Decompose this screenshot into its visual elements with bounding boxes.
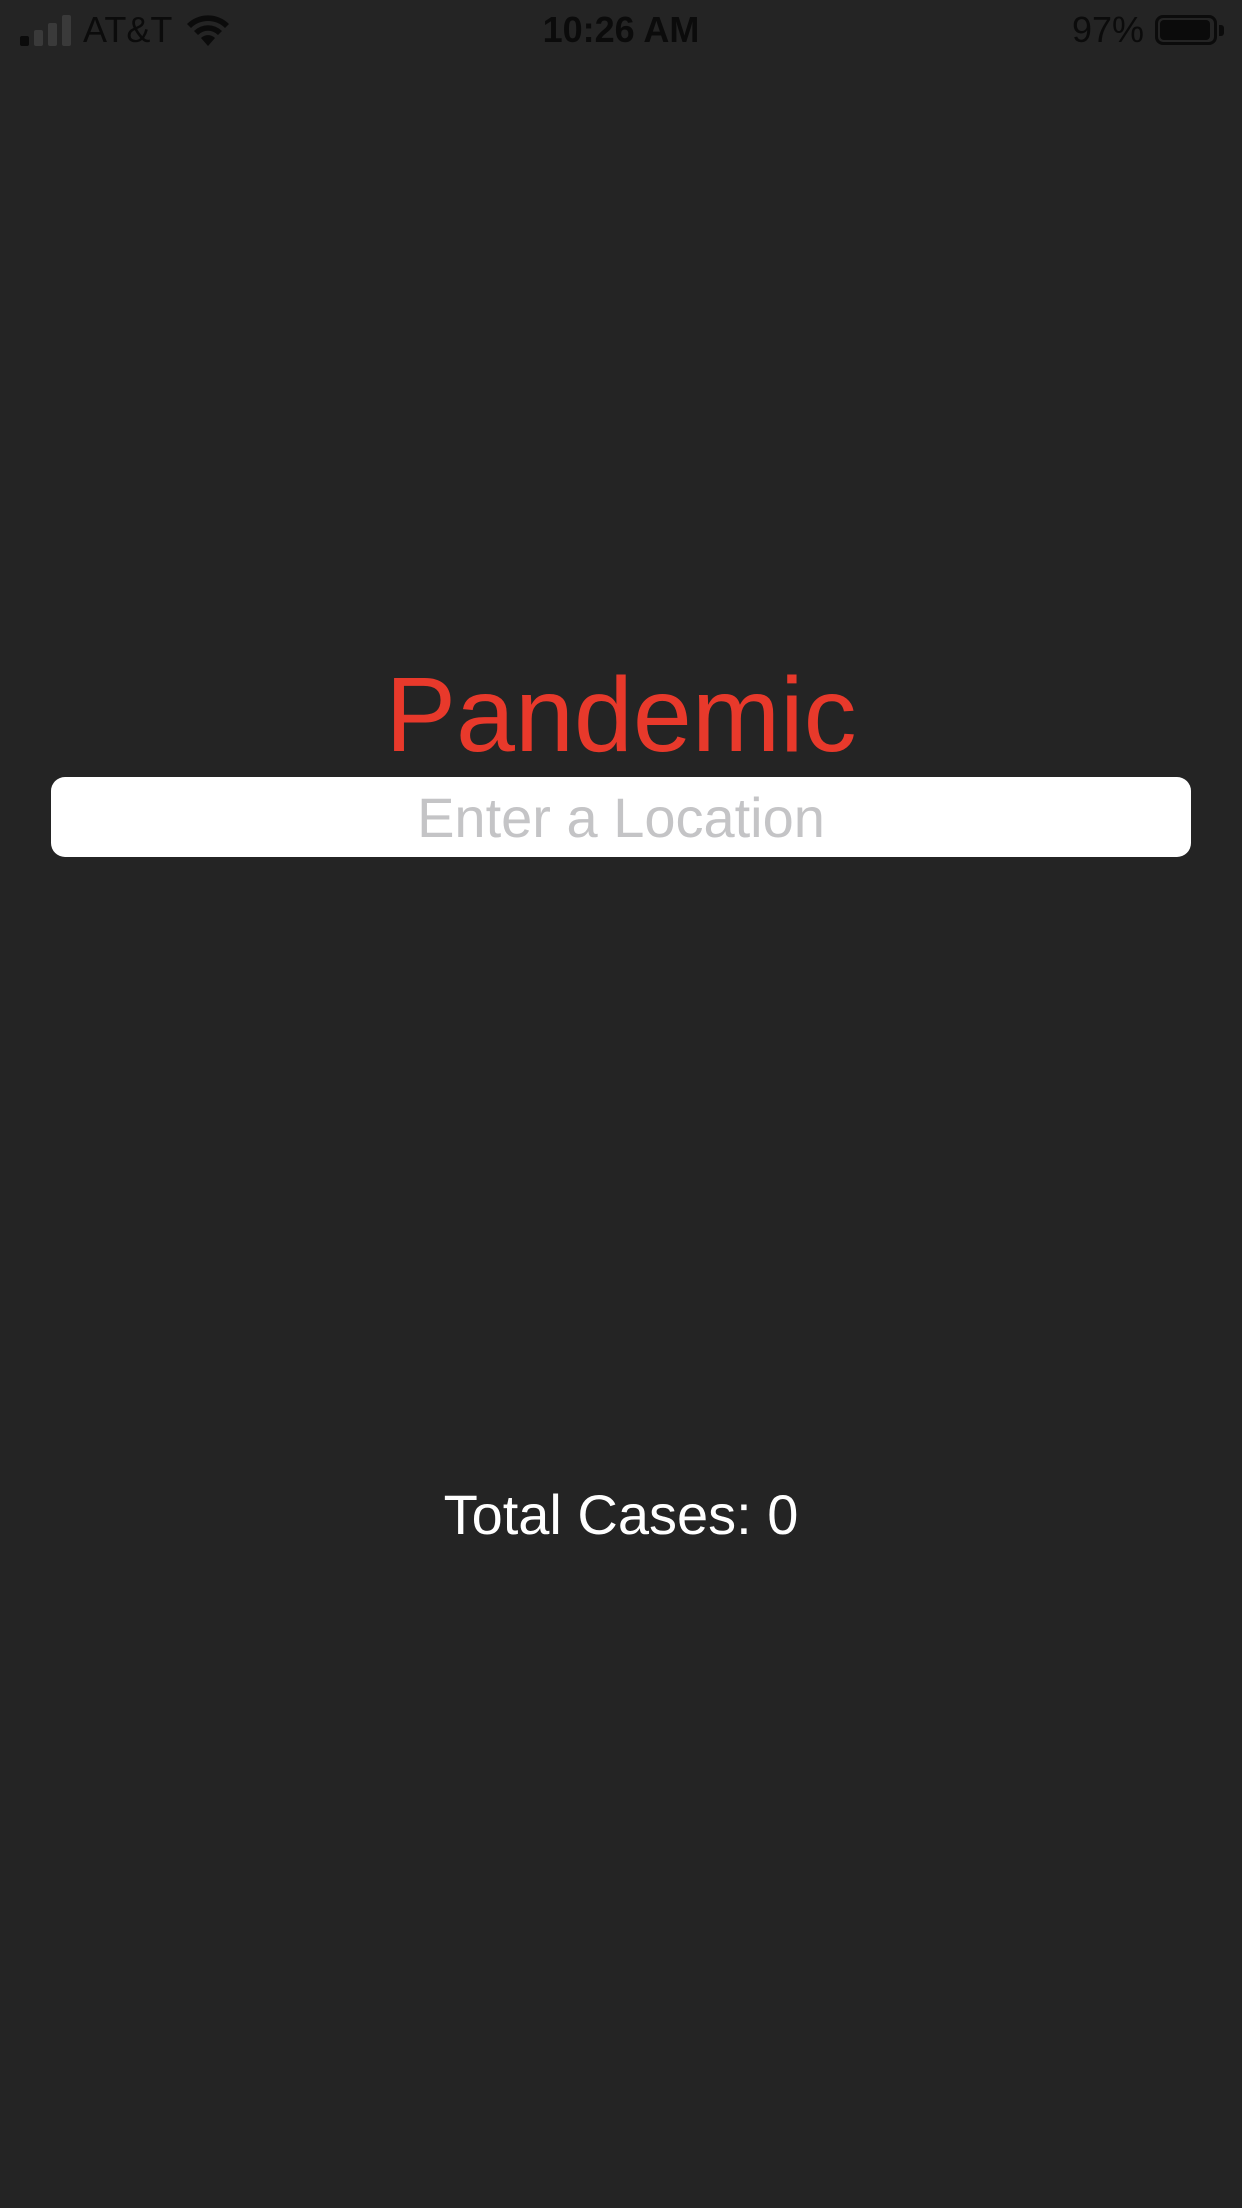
battery-icon	[1155, 15, 1225, 45]
location-search-field[interactable]	[51, 777, 1191, 857]
battery-percent: 97%	[1071, 9, 1144, 50]
app-title: Pandemic	[385, 656, 857, 774]
status-time: 10:26 AM	[542, 9, 700, 50]
status-bar: AT&T 10:26 AM 97%	[0, 0, 1242, 60]
total-cases-label: Total Cases: 0	[443, 1483, 799, 1546]
location-input[interactable]	[51, 777, 1191, 857]
